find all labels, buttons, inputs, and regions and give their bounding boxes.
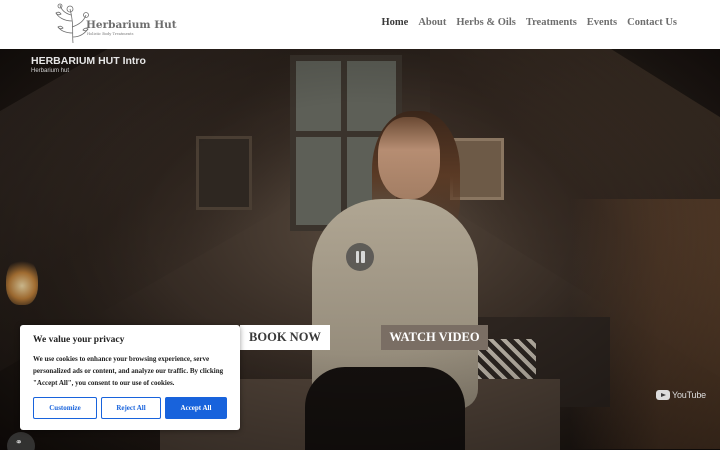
book-now-button[interactable]: BOOK NOW (240, 325, 330, 350)
accept-all-button[interactable]: Accept All (165, 397, 227, 419)
nav-herbs-oils[interactable]: Herbs & Oils (456, 17, 516, 28)
link-icon: ⚭ (15, 438, 23, 448)
nav-contact-us[interactable]: Contact Us (627, 17, 677, 28)
reject-all-button[interactable]: Reject All (101, 397, 161, 419)
cookie-consent-banner: We value your privacy We use cookies to … (20, 325, 240, 430)
watch-video-button[interactable]: WATCH VIDEO (381, 325, 488, 350)
nav-events[interactable]: Events (587, 17, 617, 28)
youtube-label: YouTube (672, 390, 706, 400)
cookie-title: We value your privacy (33, 335, 125, 345)
customize-button[interactable]: Customize (33, 397, 97, 419)
logo-title: Herbarium Hut (86, 19, 177, 31)
main-nav: Home About Herbs & Oils Treatments Event… (382, 17, 678, 28)
video-title[interactable]: HERBARIUM HUT Intro (31, 55, 146, 67)
site-header: Herbarium Hut Holistic Body Treatments H… (0, 0, 720, 49)
logo-subtitle: Holistic Body Treatments (87, 32, 134, 36)
nav-treatments[interactable]: Treatments (526, 17, 577, 28)
pause-icon (355, 251, 359, 263)
cookie-text: We use cookies to enhance your browsing … (33, 355, 224, 387)
video-channel[interactable]: Herbarium hut (31, 68, 69, 74)
nav-about[interactable]: About (418, 17, 446, 28)
youtube-play-icon (656, 390, 670, 400)
pause-button[interactable] (346, 243, 374, 271)
nav-home[interactable]: Home (382, 17, 409, 28)
site-logo[interactable]: Herbarium Hut Holistic Body Treatments (52, 3, 177, 45)
youtube-logo[interactable]: YouTube (656, 390, 706, 400)
